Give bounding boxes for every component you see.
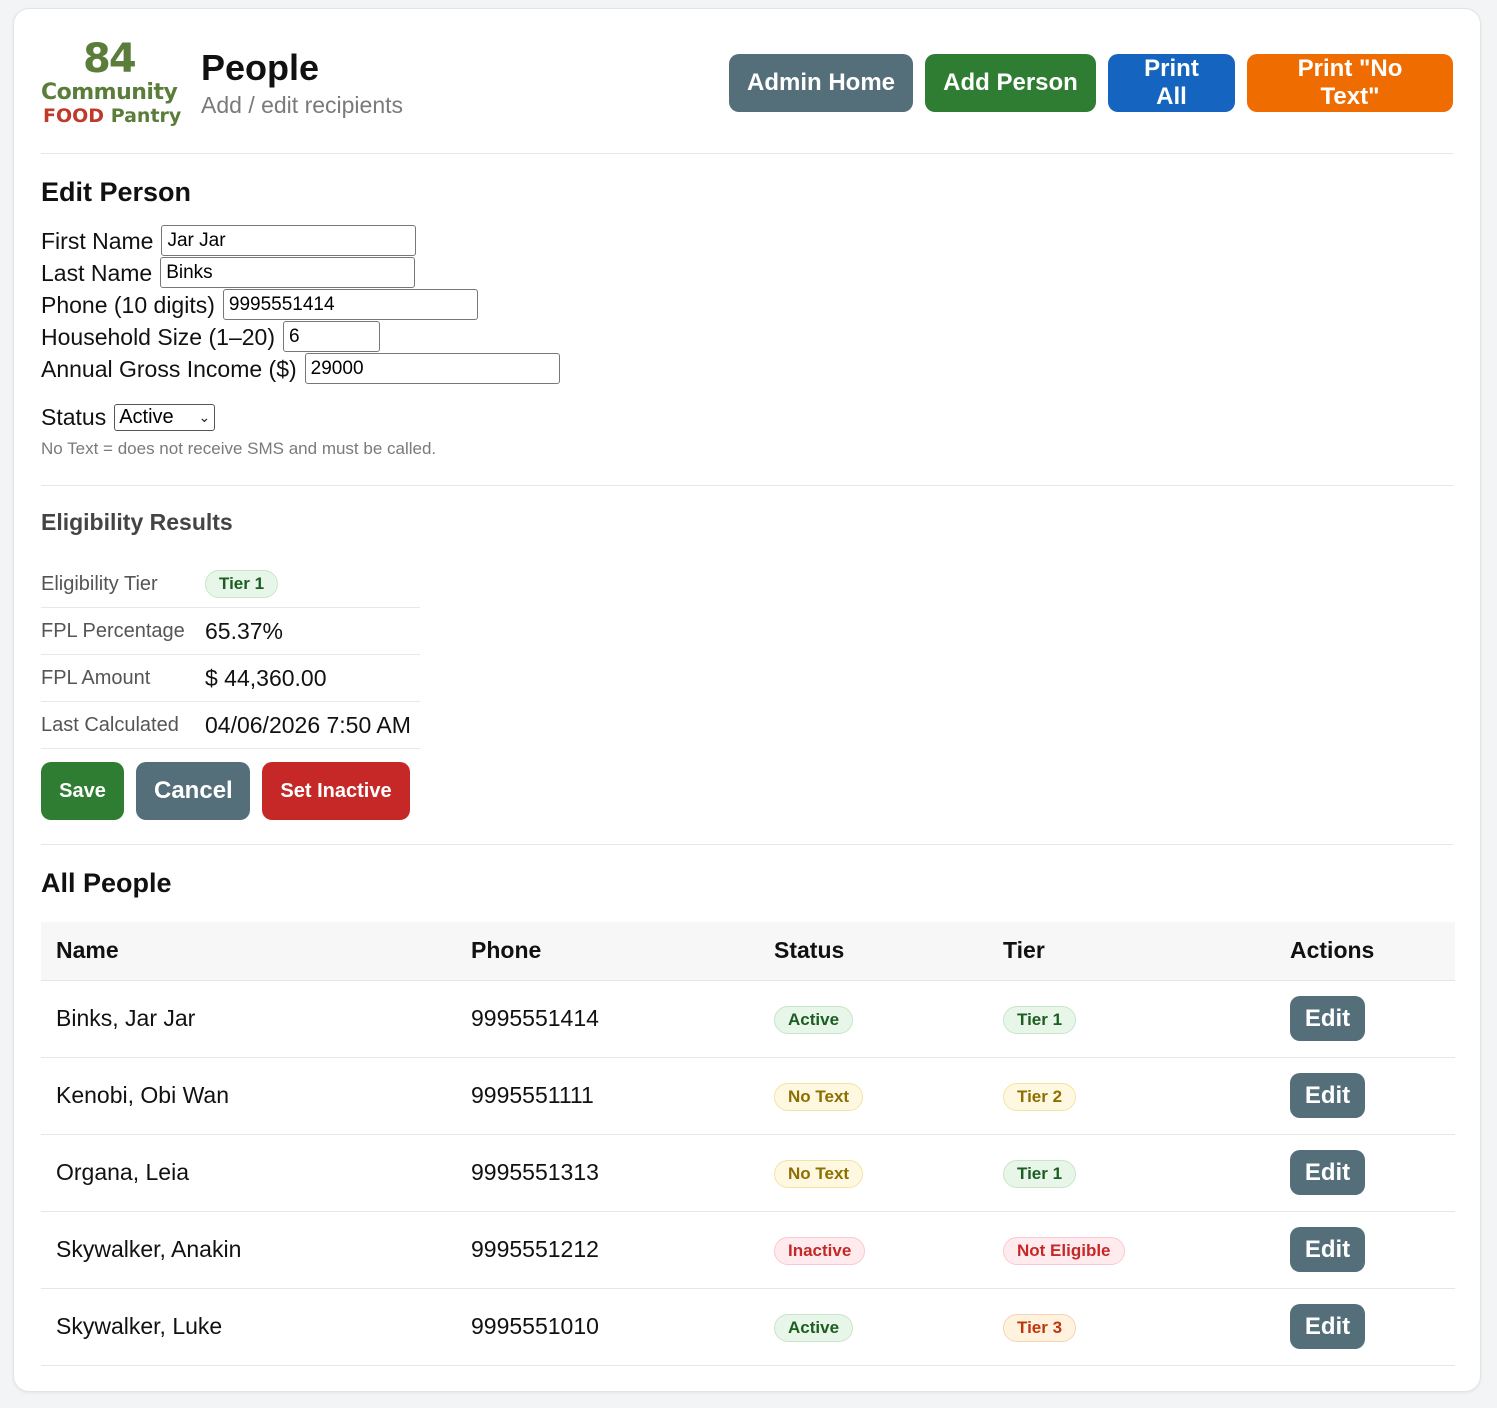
logo-pantry-word: Pantry — [110, 105, 182, 127]
status-badge: Active — [774, 1313, 854, 1342]
print-all-button[interactable]: Print All — [1108, 54, 1235, 112]
add-person-button[interactable]: Add Person — [925, 54, 1096, 112]
chevron-down-icon: ⌄ — [198, 409, 211, 425]
save-button[interactable]: Save — [41, 762, 124, 820]
first-name-label: First Name — [41, 227, 154, 254]
person-name: Skywalker, Luke — [41, 1288, 456, 1366]
last-calculated-value: 04/06/2026 7:50 AM — [205, 711, 411, 738]
edit-button[interactable]: Edit — [1290, 1227, 1365, 1272]
first-name-input[interactable] — [161, 225, 417, 256]
last-calculated-label: Last Calculated — [41, 713, 179, 736]
logo-food-word: FOOD — [43, 105, 105, 127]
edit-button[interactable]: Edit — [1290, 1073, 1365, 1118]
status-badge: Active — [774, 1005, 854, 1034]
divider — [41, 844, 1453, 845]
column-header-status: Status — [759, 922, 988, 981]
person-phone: 9995551313 — [456, 1134, 759, 1212]
all-people-heading: All People — [41, 868, 172, 898]
first-name-row: First Name — [41, 225, 417, 256]
table-row: Skywalker, Luke 9995551010 Active Tier 3… — [41, 1288, 1455, 1366]
person-phone: 9995551111 — [456, 1057, 759, 1135]
person-name: Kenobi, Obi Wan — [41, 1057, 456, 1135]
person-phone: 9995551010 — [456, 1288, 759, 1366]
table-header-row: Name Phone Status Tier Actions — [41, 922, 1455, 981]
status-badge: No Text — [774, 1082, 864, 1111]
logo-number: 84 — [83, 36, 137, 82]
column-header-name: Name — [41, 922, 456, 981]
logo-food-pantry-text: FOOD Pantry — [43, 105, 188, 127]
eligibility-tier-badge: Tier 1 — [205, 570, 279, 598]
logo-community-text: Community — [41, 80, 178, 105]
fpl-percentage-value: 65.37% — [205, 617, 284, 644]
phone-input[interactable] — [222, 289, 478, 320]
last-calculated-row: Last Calculated 04/06/2026 7:50 AM — [41, 702, 420, 749]
last-name-row: Last Name — [41, 257, 416, 288]
people-table: Name Phone Status Tier Actions Binks, Ja… — [41, 922, 1455, 1366]
person-name: Organa, Leia — [41, 1134, 456, 1212]
fpl-amount-value: $ 44,360.00 — [205, 664, 327, 691]
status-label: Status — [41, 404, 107, 430]
person-phone: 9995551212 — [456, 1211, 759, 1289]
column-header-phone: Phone — [456, 922, 759, 981]
column-header-actions: Actions — [1275, 922, 1455, 981]
household-label: Household Size (1–20) — [41, 323, 275, 350]
form-actions: Save Cancel Set Inactive — [41, 762, 410, 820]
print-no-text-button[interactable]: Print "No Text" — [1247, 54, 1453, 112]
no-text-hint: No Text = does not receive SMS and must … — [41, 439, 437, 458]
tier-badge: Tier 3 — [1003, 1313, 1077, 1342]
table-row: Skywalker, Anakin 9995551212 Inactive No… — [41, 1211, 1455, 1289]
status-row: Status Active ⌄ — [41, 402, 216, 432]
status-select[interactable]: Active ⌄ — [114, 403, 216, 431]
edit-button[interactable]: Edit — [1290, 1150, 1365, 1195]
page-subtitle: Add / edit recipients — [201, 92, 404, 118]
divider — [41, 485, 1453, 486]
main-card: 84 Community FOOD Pantry People Add / ed… — [13, 8, 1481, 1392]
income-row: Annual Gross Income ($) — [41, 353, 560, 384]
column-header-tier: Tier — [988, 922, 1275, 981]
income-input[interactable] — [304, 353, 560, 384]
phone-label: Phone (10 digits) — [41, 291, 215, 318]
table-row: Kenobi, Obi Wan 9995551111 No Text Tier … — [41, 1057, 1455, 1135]
last-name-input[interactable] — [160, 257, 416, 288]
table-row: Binks, Jar Jar 9995551414 Active Tier 1 … — [41, 980, 1455, 1058]
tier-badge: Tier 2 — [1003, 1082, 1077, 1111]
eligibility-heading: Eligibility Results — [41, 509, 233, 535]
phone-row: Phone (10 digits) — [41, 289, 478, 320]
income-label: Annual Gross Income ($) — [41, 355, 297, 382]
pantry-logo: 84 Community FOOD Pantry — [41, 35, 186, 130]
status-selected-value: Active — [119, 406, 174, 428]
edit-button[interactable]: Edit — [1290, 1304, 1365, 1349]
status-badge: Inactive — [774, 1236, 866, 1265]
table-row: Organa, Leia 9995551313 No Text Tier 1 E… — [41, 1134, 1455, 1212]
eligibility-results: Eligibility Tier Tier 1 FPL Percentage 6… — [41, 561, 420, 749]
person-name: Binks, Jar Jar — [41, 980, 456, 1058]
last-name-label: Last Name — [41, 259, 153, 286]
fpl-percentage-label: FPL Percentage — [41, 619, 185, 642]
household-size-input[interactable] — [282, 321, 380, 352]
fpl-amount-row: FPL Amount $ 44,360.00 — [41, 655, 420, 702]
cancel-button[interactable]: Cancel — [136, 762, 250, 820]
page-header: 84 Community FOOD Pantry People Add / ed… — [41, 9, 1453, 154]
status-badge: No Text — [774, 1159, 864, 1188]
tier-badge: Tier 1 — [1003, 1159, 1077, 1188]
admin-home-button[interactable]: Admin Home — [729, 54, 913, 112]
fpl-amount-label: FPL Amount — [41, 666, 151, 689]
household-row: Household Size (1–20) — [41, 321, 380, 352]
person-phone: 9995551414 — [456, 980, 759, 1058]
edit-person-heading: Edit Person — [41, 177, 192, 207]
tier-badge: Tier 1 — [1003, 1005, 1077, 1034]
edit-button[interactable]: Edit — [1290, 996, 1365, 1041]
page-title: People — [201, 47, 320, 88]
fpl-percentage-row: FPL Percentage 65.37% — [41, 608, 420, 655]
eligibility-tier-row: Eligibility Tier Tier 1 — [41, 561, 420, 608]
eligibility-tier-label: Eligibility Tier — [41, 572, 158, 595]
tier-badge: Not Eligible — [1003, 1236, 1125, 1265]
header-actions: Admin Home Add Person Print All Print "N… — [729, 54, 1453, 112]
person-name: Skywalker, Anakin — [41, 1211, 456, 1289]
set-inactive-button[interactable]: Set Inactive — [262, 762, 410, 820]
